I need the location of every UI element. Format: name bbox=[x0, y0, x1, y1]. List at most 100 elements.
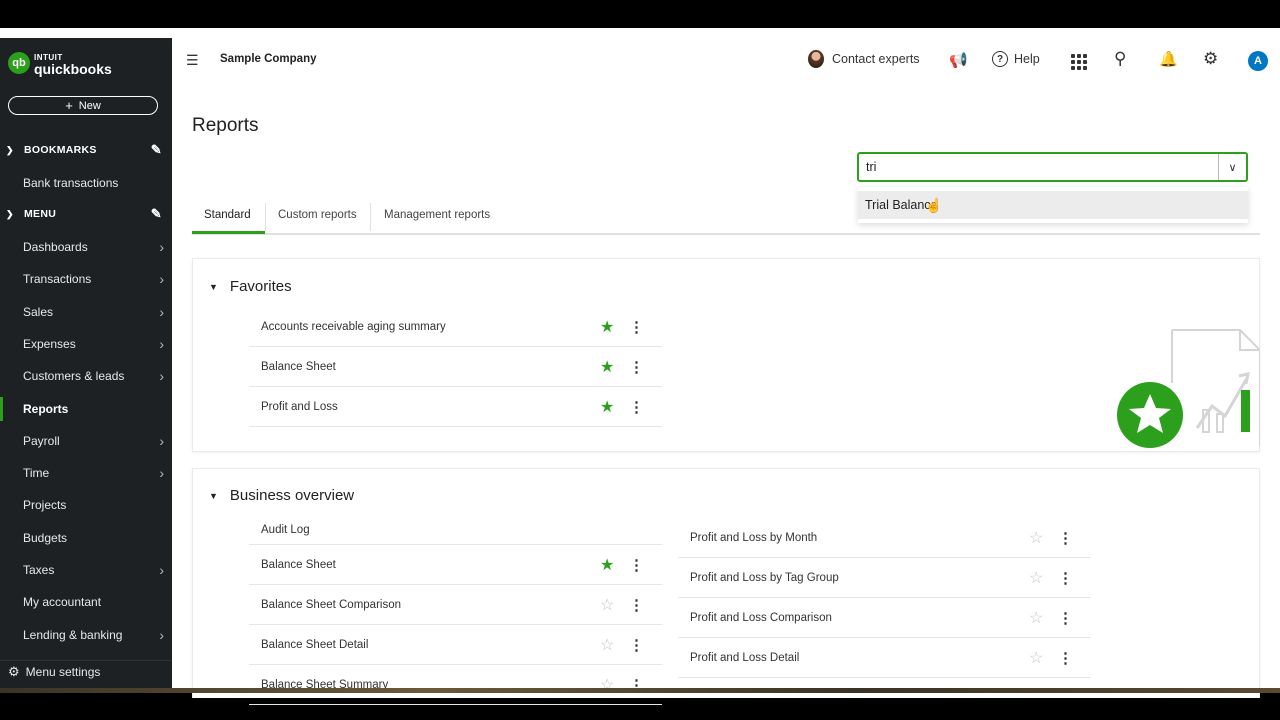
dropdown-toggle[interactable]: ∨ bbox=[1218, 154, 1246, 180]
sidebar-item-sales[interactable]: Sales › bbox=[0, 296, 172, 328]
active-tab-indicator bbox=[192, 231, 265, 234]
report-name-link[interactable]: Balance Sheet Comparison bbox=[261, 599, 401, 611]
report-row[interactable]: Profit and Loss by Month ☆ ⋮ bbox=[678, 518, 1091, 558]
more-options-icon[interactable]: ⋮ bbox=[629, 358, 644, 376]
bell-icon: 🔔 bbox=[1159, 51, 1178, 68]
chevron-right-icon: › bbox=[159, 465, 164, 482]
collapse-menu-icon[interactable]: ☰ bbox=[186, 52, 199, 69]
sidebar-item-lending-and-banking[interactable]: Lending & banking › bbox=[0, 619, 172, 651]
chevron-right-icon: › bbox=[159, 303, 164, 320]
more-options-icon[interactable]: ⋮ bbox=[629, 636, 644, 654]
sidebar-item-taxes[interactable]: Taxes › bbox=[0, 554, 172, 586]
report-row[interactable]: Profit and Loss by Tag Group ☆ ⋮ bbox=[678, 558, 1091, 598]
report-row[interactable]: Profit and Loss ★ ⋮ bbox=[249, 387, 662, 427]
report-row[interactable]: Profit and Loss Comparison ☆ ⋮ bbox=[678, 598, 1091, 638]
contact-experts-button[interactable]: Contact experts bbox=[808, 50, 920, 68]
new-button[interactable]: + New bbox=[8, 96, 158, 115]
profile-button[interactable]: A bbox=[1248, 51, 1268, 71]
company-name: Sample Company bbox=[220, 53, 317, 65]
notifications-button[interactable]: 🔔 bbox=[1159, 50, 1178, 68]
sidebar-item-expenses[interactable]: Expenses › bbox=[0, 328, 172, 360]
more-options-icon[interactable]: ⋮ bbox=[1058, 609, 1073, 627]
star-outline-icon[interactable]: ☆ bbox=[1029, 648, 1043, 668]
search-button[interactable]: ⚲ bbox=[1114, 49, 1126, 69]
report-row[interactable]: Balance Sheet Comparison ☆ ⋮ bbox=[249, 585, 662, 625]
star-outline-icon[interactable]: ☆ bbox=[600, 635, 614, 655]
report-name-link[interactable]: Balance Sheet bbox=[261, 361, 336, 373]
chevron-down-icon: ▼ bbox=[209, 281, 218, 292]
sidebar-item-label: Budgets bbox=[23, 530, 68, 545]
report-name-link[interactable]: Audit Log bbox=[261, 524, 310, 536]
chevron-right-icon: › bbox=[159, 432, 164, 449]
sidebar-item-transactions[interactable]: Transactions › bbox=[0, 263, 172, 295]
business-overview-title: Business overview bbox=[229, 487, 355, 504]
tab-management-reports[interactable]: Management reports bbox=[384, 209, 490, 221]
more-options-icon[interactable]: ⋮ bbox=[629, 556, 644, 574]
star-filled-icon[interactable]: ★ bbox=[600, 555, 614, 575]
sidebar-item-reports[interactable]: Reports bbox=[0, 393, 172, 425]
chevron-down-icon: ∨ bbox=[1228, 161, 1237, 174]
report-name-link[interactable]: Profit and Loss Comparison bbox=[690, 612, 832, 624]
edit-bookmarks-pencil-icon[interactable]: ✎ bbox=[151, 142, 162, 158]
avatar: A bbox=[1248, 51, 1268, 71]
apps-grid-icon bbox=[1071, 54, 1087, 70]
star-outline-icon[interactable]: ☆ bbox=[1029, 608, 1043, 628]
sidebar-item-dashboards[interactable]: Dashboards › bbox=[0, 231, 172, 263]
more-options-icon[interactable]: ⋮ bbox=[1058, 569, 1073, 587]
chevron-down-icon: ▼ bbox=[209, 490, 218, 501]
report-name-link[interactable]: Profit and Loss bbox=[261, 401, 338, 413]
star-outline-icon[interactable]: ☆ bbox=[600, 595, 614, 615]
report-name-link[interactable]: Profit and Loss by Month bbox=[690, 532, 817, 544]
more-options-icon[interactable]: ⋮ bbox=[629, 318, 644, 336]
bookmarks-label: BOOKMARKS bbox=[24, 144, 97, 156]
menu-settings[interactable]: ⚙ Menu settings bbox=[0, 660, 172, 682]
star-filled-icon[interactable]: ★ bbox=[600, 397, 614, 417]
report-row[interactable]: Profit and Loss Detail ☆ ⋮ bbox=[678, 638, 1091, 678]
sidebar-item-label: Taxes bbox=[23, 563, 55, 577]
sidebar-item-bank-transactions[interactable]: Bank transactions bbox=[0, 167, 172, 199]
report-name-link[interactable]: Profit and Loss Detail bbox=[690, 652, 799, 664]
report-name-link[interactable]: Balance Sheet Detail bbox=[261, 639, 368, 651]
business-overview-header[interactable]: ▼ Business overview bbox=[209, 487, 354, 504]
report-row[interactable]: Balance Sheet Detail ☆ ⋮ bbox=[249, 625, 662, 665]
bookmarks-section-header[interactable]: ❯ BOOKMARKS ✎ bbox=[0, 140, 172, 160]
report-name-link[interactable]: Balance Sheet bbox=[261, 559, 336, 571]
apps-button[interactable] bbox=[1071, 54, 1087, 70]
more-options-icon[interactable]: ⋮ bbox=[1058, 529, 1073, 547]
sidebar-item-projects[interactable]: Projects bbox=[0, 489, 172, 521]
sidebar-item-label: Dashboards bbox=[23, 240, 88, 254]
quickbooks-logo[interactable]: qb INTUIT quickbooks bbox=[8, 52, 112, 76]
sidebar-item-budgets[interactable]: Budgets bbox=[0, 522, 172, 554]
star-filled-icon[interactable]: ★ bbox=[600, 317, 614, 337]
settings-button[interactable]: ⚙ bbox=[1203, 49, 1218, 69]
report-row[interactable]: Balance Sheet ★ ⋮ bbox=[249, 347, 662, 387]
edit-menu-pencil-icon[interactable]: ✎ bbox=[151, 206, 162, 222]
more-options-icon[interactable]: ⋮ bbox=[629, 398, 644, 416]
tab-custom-reports[interactable]: Custom reports bbox=[278, 209, 357, 221]
gear-icon: ⚙ bbox=[8, 663, 20, 679]
more-options-icon[interactable]: ⋮ bbox=[629, 596, 644, 614]
new-button-label: New bbox=[78, 99, 101, 112]
menu-section-header[interactable]: ❯ MENU ✎ bbox=[0, 204, 172, 224]
sidebar-item-label: Time bbox=[23, 466, 50, 481]
help-button[interactable]: ? Help bbox=[992, 51, 1040, 67]
favorites-header[interactable]: ▼ Favorites bbox=[209, 278, 292, 295]
tab-standard[interactable]: Standard bbox=[204, 209, 251, 221]
sidebar-item-label: Lending & banking bbox=[23, 627, 123, 642]
report-name-link[interactable]: Profit and Loss by Tag Group bbox=[690, 572, 839, 584]
sidebar-item-time[interactable]: Time › bbox=[0, 457, 172, 489]
sidebar-item-customers-and-leads[interactable]: Customers & leads › bbox=[0, 360, 172, 392]
star-outline-icon[interactable]: ☆ bbox=[1029, 528, 1043, 548]
report-row[interactable]: Balance Sheet Summary ☆ ⋮ bbox=[249, 665, 662, 705]
report-search-input[interactable]: tri ∨ bbox=[857, 152, 1248, 182]
sidebar-item-my-accountant[interactable]: My accountant bbox=[0, 586, 172, 618]
report-name-link[interactable]: Accounts receivable aging summary bbox=[261, 321, 446, 333]
star-filled-icon[interactable]: ★ bbox=[600, 357, 614, 377]
report-row[interactable]: Balance Sheet ★ ⋮ bbox=[249, 545, 662, 585]
announcements-button[interactable]: 📢 bbox=[949, 51, 968, 69]
sidebar-item-payroll[interactable]: Payroll › bbox=[0, 425, 172, 457]
report-row[interactable]: Accounts receivable aging summary ★ ⋮ bbox=[249, 307, 662, 347]
more-options-icon[interactable]: ⋮ bbox=[1058, 649, 1073, 667]
report-row[interactable]: Audit Log bbox=[249, 515, 662, 545]
star-outline-icon[interactable]: ☆ bbox=[1029, 568, 1043, 588]
